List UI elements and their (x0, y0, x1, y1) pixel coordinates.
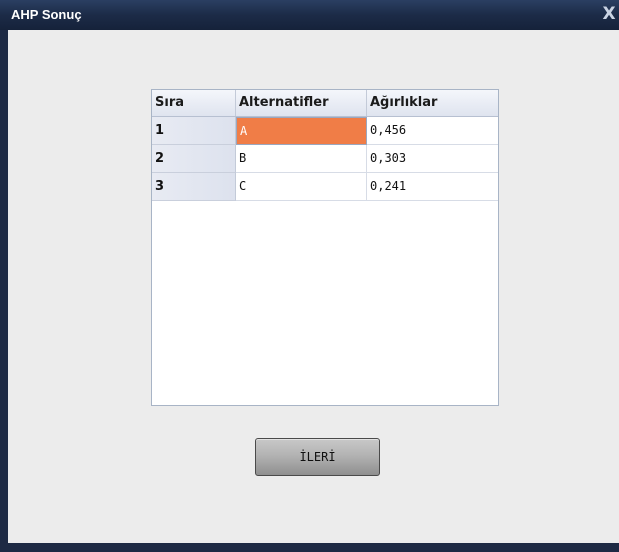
close-icon[interactable]: X (601, 5, 617, 23)
grid-header: Sıra Alternatifler Ağırlıklar (152, 90, 498, 117)
row-number-cell[interactable]: 3 (152, 173, 236, 201)
weight-cell[interactable]: 0,303 (367, 145, 498, 173)
row-number-cell[interactable]: 2 (152, 145, 236, 173)
column-header-sira[interactable]: Sıra (152, 90, 236, 116)
table-row[interactable]: 1 A 0,456 (152, 117, 498, 145)
ahp-result-window: AHP Sonuç X Sıra Alternatifler Ağırlıkla… (0, 0, 619, 552)
title-bar[interactable]: AHP Sonuç X (0, 0, 619, 30)
next-button[interactable]: İLERİ (255, 438, 380, 476)
weight-cell[interactable]: 0,241 (367, 173, 498, 201)
alternative-cell[interactable]: B (236, 145, 367, 173)
column-header-alternatifler[interactable]: Alternatifler (236, 90, 367, 116)
weight-cell[interactable]: 0,456 (367, 117, 498, 145)
window-bottom-frame (0, 543, 619, 552)
window-title: AHP Sonuç (11, 7, 82, 22)
table-row[interactable]: 3 C 0,241 (152, 173, 498, 201)
alternative-cell[interactable]: A (236, 117, 367, 145)
table-row[interactable]: 2 B 0,303 (152, 145, 498, 173)
row-number-cell[interactable]: 1 (152, 117, 236, 145)
alternative-cell[interactable]: C (236, 173, 367, 201)
results-grid[interactable]: Sıra Alternatifler Ağırlıklar 1 A 0,456 … (151, 89, 499, 406)
column-header-agirliklar[interactable]: Ağırlıklar (367, 90, 498, 116)
